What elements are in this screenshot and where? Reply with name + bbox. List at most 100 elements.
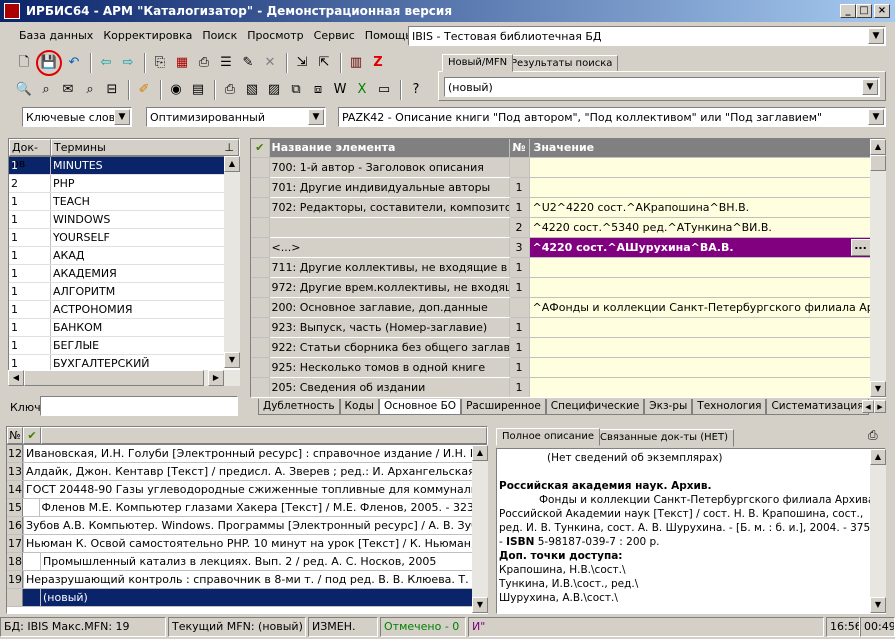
scroll-up-icon[interactable]: ▲ [224,156,240,172]
field-row[interactable]: 711: Другие коллективы, не входящие в за… [251,257,872,278]
field-value[interactable] [529,277,872,298]
edit-icon[interactable]: ✎ [238,53,258,73]
chevron-down-icon[interactable]: ▼ [868,109,884,125]
description-scrollbar[interactable]: ▲ ▼ [870,449,886,613]
term-row[interactable]: 2 PHP [9,175,239,193]
field-tab[interactable]: Расширенное [461,399,546,415]
folder-icon[interactable]: ▤ [188,80,208,100]
scroll-thumb[interactable] [870,155,886,171]
field-value[interactable] [529,377,872,397]
new-doc-icon[interactable]: 🗋 [14,53,34,73]
import-icon[interactable]: ⇲ [292,53,312,73]
terms-scrollbar[interactable]: ▲ ▼ [224,156,240,368]
field-row[interactable]: 700: 1-й автор - Заголовок описания [251,157,872,178]
result-row[interactable]: 17 Ньюман К. Освой самостоятельно PHP. 10… [7,535,487,553]
key-input[interactable] [40,396,238,416]
save-icon[interactable]: 💾 [36,50,62,76]
undo-icon[interactable]: ↶ [64,53,84,73]
print-icon[interactable]: ⎙ [868,428,878,443]
term-row[interactable]: 1 БАНКОМ [9,319,239,337]
chevron-down-icon[interactable]: ▼ [862,79,878,95]
barcode-icon[interactable]: ▥ [346,53,366,73]
minimize-button[interactable]: _ [840,4,856,18]
term-row[interactable]: 1 АКАДЕМИЯ [9,265,239,283]
field-value[interactable]: ^4220 сост.^5340 ред.^AТункина^BИ.В. [529,217,872,238]
menu-item[interactable]: База данных [14,27,98,45]
check-icon[interactable]: ✔ [23,427,41,444]
term-row[interactable]: 1 TEACH [9,193,239,211]
chevron-down-icon[interactable]: ▼ [868,28,884,44]
tabs-left-icon[interactable]: ◀ [862,400,874,413]
menu-item[interactable]: Сервис [309,27,360,45]
term-row[interactable]: 1 YOURSELF [9,229,239,247]
field-row[interactable]: 922: Статьи сборника без общего заглавия… [251,337,872,358]
field-tab[interactable]: Дублетность [258,399,340,415]
result-row[interactable]: 16 Зубов А.В. Компьютер. Windows. Програм… [7,517,487,535]
worksheet-select[interactable]: PAZK42 - Описание книги "Под автором", "… [338,107,886,127]
field-row[interactable]: 205: Сведения об издании 1 [251,377,872,397]
scroll-up-icon[interactable]: ▲ [870,139,886,155]
field-value[interactable]: ^U2^4220 сост.^AКрапошина^BН.В. [529,197,872,218]
printer-icon[interactable]: ⎙ [220,80,240,100]
field-value[interactable] [529,157,872,178]
field-value[interactable]: ^4220 сост.^AШурухина^BА.В.... [529,237,872,258]
field-row[interactable]: 923: Выпуск, часть (Номер-заглавие) 1 [251,317,872,338]
paste-icon[interactable]: ⧈ [308,80,328,100]
card-icon[interactable]: ▭ [374,80,394,100]
ellipsis-button[interactable]: ... [850,238,870,256]
field-tab[interactable]: Коды [339,399,379,415]
find-icon[interactable]: ⌕ [80,80,100,100]
field-row[interactable]: 972: Другие врем.коллективы, не входящие… [251,277,872,298]
field-value[interactable] [529,317,872,338]
term-row[interactable]: 1 АКАД [9,247,239,265]
mfn-combo[interactable]: (новый) ▼ [444,77,880,97]
tab-new-mfn[interactable]: Новый/MFN [442,54,514,72]
field-row[interactable]: 702: Редакторы, составители, композиторы… [251,197,872,218]
z-icon[interactable]: Z [368,53,388,73]
field-value[interactable] [529,337,872,358]
mail-icon[interactable]: ✉ [58,80,78,100]
tab-full-description[interactable]: Полное описание [496,428,600,446]
result-mark[interactable] [23,553,41,570]
field-value[interactable] [529,177,872,198]
search-type-select[interactable]: Оптимизированный ▼ [146,107,326,127]
field-row[interactable]: 2 ^4220 сост.^5340 ред.^AТункина^BИ.В. [251,217,872,238]
filter-icon[interactable]: ⊟ [102,80,122,100]
result-row[interactable]: 15 Фленов М.Е. Компьютер глазами Хакера [… [7,499,487,517]
check-icon[interactable]: ✔ [251,139,270,158]
grid-icon[interactable]: ▦ [172,53,192,73]
word-icon[interactable]: W [330,80,350,100]
field-row[interactable]: <...> 3 ^4220 сост.^AШурухина^BА.В.... [251,237,872,258]
menu-item[interactable]: Корректировка [98,27,197,45]
field-row[interactable]: 200: Основное заглавие, доп.данные ^AФонд… [251,297,872,318]
maximize-button[interactable]: □ [856,4,872,18]
term-row[interactable]: 1 WINDOWS [9,211,239,229]
copy-icon[interactable]: ⧉ [286,80,306,100]
col-terms-header[interactable]: Термины ⊥ [51,139,239,156]
field-tab[interactable]: Специфические [545,399,645,415]
result-row[interactable]: 19 Неразрушающий контроль : справочник в … [7,571,487,589]
scroll-down-icon[interactable]: ▼ [870,597,886,613]
field-tab[interactable]: Основное БО [378,399,462,415]
doc-arrow-icon[interactable]: ▨ [264,80,284,100]
scroll-up-icon[interactable]: ▲ [472,445,488,461]
pin-icon[interactable]: ⊥ [224,140,234,156]
search-doc-icon[interactable]: 🔍 [14,80,34,100]
menu-item[interactable]: Поиск [197,27,242,45]
terms-hscrollbar[interactable]: ◀ ▶ [8,370,240,386]
field-tab[interactable]: Систематизация [766,399,869,415]
field-value[interactable] [529,357,872,378]
view-icon[interactable]: ◉ [166,80,186,100]
help-icon[interactable]: ? [406,80,426,100]
excel-icon[interactable]: X [352,80,372,100]
scroll-left-icon[interactable]: ◀ [8,370,24,386]
chevron-down-icon[interactable]: ▼ [308,109,324,125]
list-icon[interactable]: ☰ [216,53,236,73]
field-tab[interactable]: Экз-ры [644,399,693,415]
term-row[interactable]: 1 БЕГЛЫЕ [9,337,239,355]
term-row[interactable]: 1 АЛГОРИТМ [9,283,239,301]
result-mark[interactable] [23,589,41,606]
scroll-down-icon[interactable]: ▼ [224,352,240,368]
export-icon[interactable]: ⇱ [314,53,334,73]
docs-icon[interactable]: ▧ [242,80,262,100]
